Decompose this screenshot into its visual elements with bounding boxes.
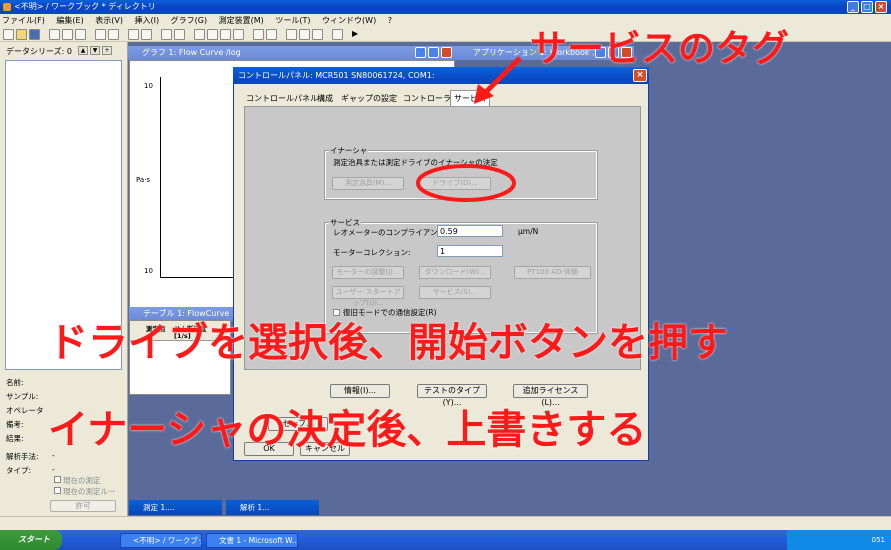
annotation-inertia-overwrite: イナーシャの決定後、上書きする — [48, 407, 647, 453]
annotation-arrow-line — [482, 56, 522, 96]
status-bar — [0, 516, 891, 530]
annotation-overlay — [416, 56, 522, 202]
start-button[interactable]: スタート — [0, 530, 62, 550]
annotation-service-tag: サービスのタグ — [530, 27, 789, 70]
annotation-drive-select: ドライブを選択後、開始ボタンを押す — [48, 320, 728, 366]
clock: 051 — [871, 536, 885, 544]
annotation-drive-circle — [416, 164, 516, 202]
task-workbook[interactable]: <不明> / ワークブック... — [120, 533, 202, 548]
system-tray: 051 — [787, 530, 891, 550]
task-word[interactable]: 文書 1 - Microsoft W... — [206, 533, 298, 548]
